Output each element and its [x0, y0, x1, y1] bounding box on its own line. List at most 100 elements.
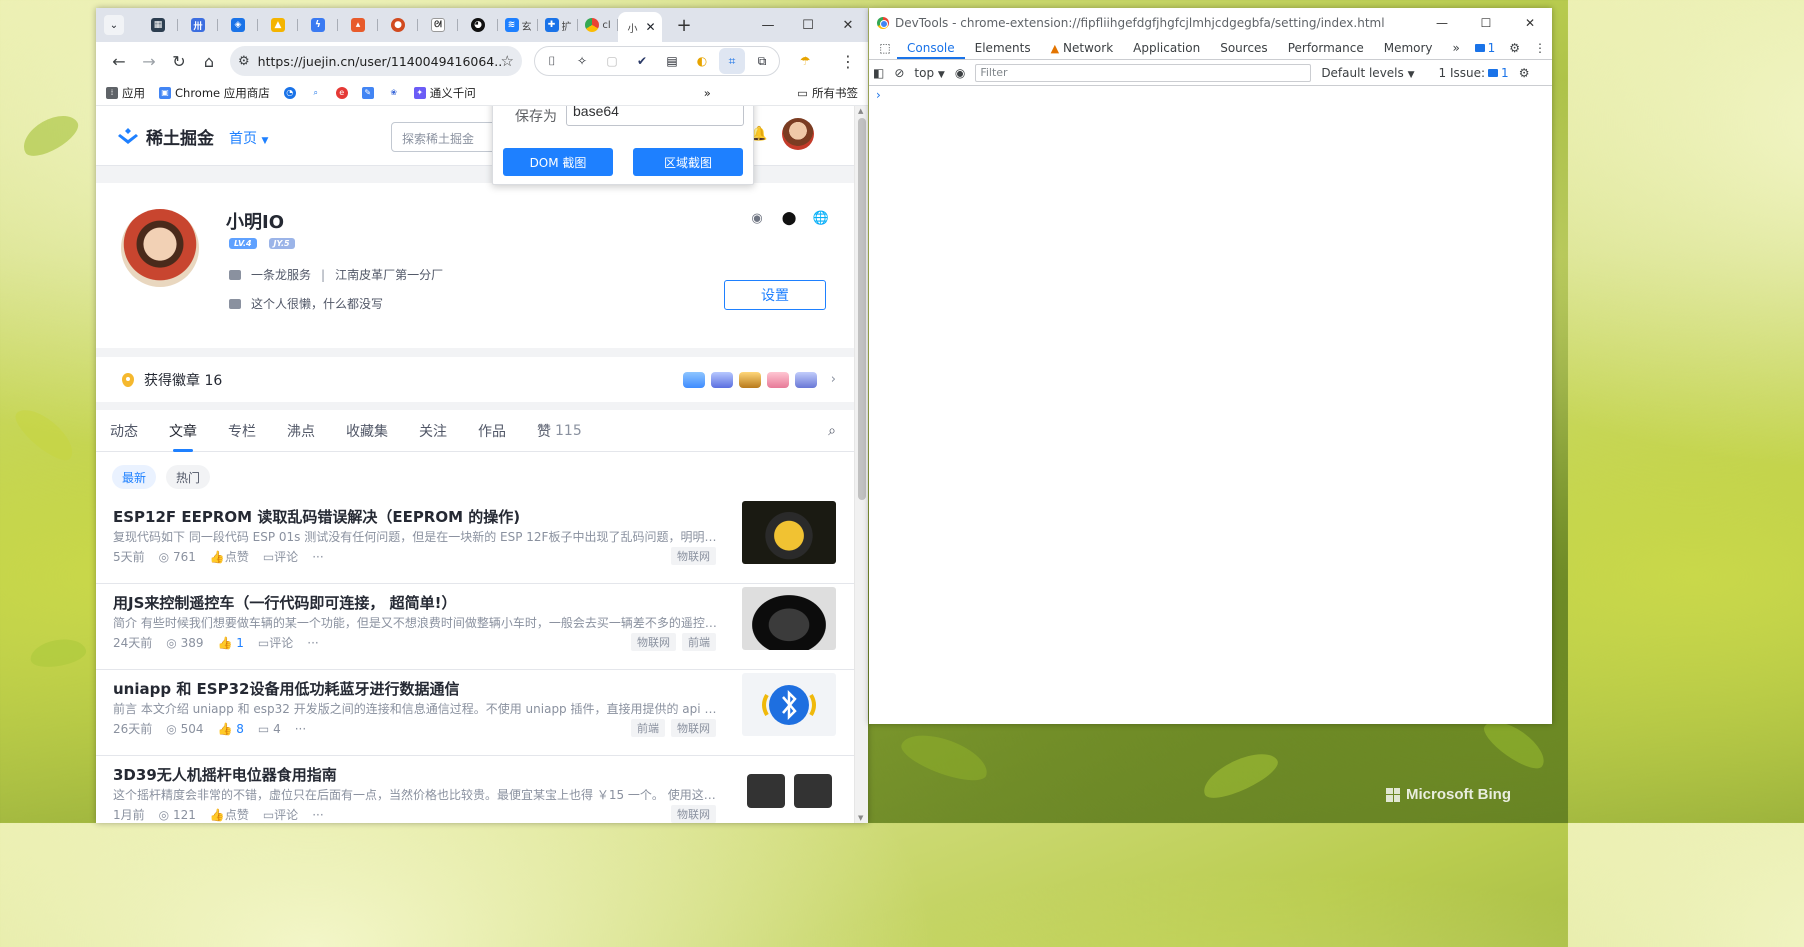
- tab-following[interactable]: 关注: [419, 410, 447, 452]
- scroll-up-icon[interactable]: ▲: [858, 107, 863, 115]
- inspect-element-icon[interactable]: ⬚: [873, 41, 897, 59]
- settings-icon[interactable]: ⚙: [1519, 66, 1530, 80]
- tab-performance[interactable]: Performance: [1278, 41, 1374, 59]
- tab-pins[interactable]: 沸点: [287, 410, 315, 452]
- scrollbar-thumb[interactable]: [858, 118, 866, 500]
- screen-ext-icon[interactable]: ▤: [659, 48, 685, 74]
- tab-columns[interactable]: 专栏: [228, 410, 256, 452]
- tab-application[interactable]: Application: [1123, 41, 1210, 59]
- maximize-icon[interactable]: ☐: [1464, 8, 1508, 38]
- browser-tab[interactable]: ●: [378, 12, 418, 38]
- bookmarks-overflow[interactable]: »: [704, 86, 711, 100]
- context-selector[interactable]: top ▼: [914, 66, 944, 80]
- bookmark-star-icon[interactable]: ☆: [501, 52, 514, 70]
- comment-button[interactable]: ▭评论: [258, 634, 293, 651]
- tab-works[interactable]: 作品: [478, 410, 506, 452]
- article-thumbnail[interactable]: [742, 759, 836, 822]
- list-item[interactable]: 用JS来控制遥控车（一行代码即可连接， 超简单!） 简介 有些时候我们想要做车辆…: [96, 584, 854, 670]
- filter-hot[interactable]: 热门: [166, 465, 211, 489]
- avatar[interactable]: [782, 118, 814, 150]
- like-button[interactable]: 👍 8: [218, 722, 244, 736]
- issues-button[interactable]: 1 Issue: 1: [1439, 66, 1509, 80]
- browser-tab[interactable]: 卅: [178, 12, 218, 38]
- page-scrollbar[interactable]: ▲ ▼: [854, 106, 868, 823]
- forward-button[interactable]: →: [134, 46, 164, 76]
- more-icon[interactable]: ···: [295, 722, 306, 736]
- article-title[interactable]: 3D39无人机摇杆电位器食用指南: [113, 764, 337, 785]
- tag[interactable]: 物联网: [671, 547, 716, 565]
- article-thumbnail[interactable]: [742, 587, 836, 650]
- bookmark-apps[interactable]: ⁞ 应用: [106, 85, 145, 101]
- article-title[interactable]: uniapp 和 ESP32设备用低功耗蓝牙进行数据通信: [113, 678, 459, 699]
- blank-ext-icon[interactable]: ▢: [599, 48, 625, 74]
- sidebar-toggle-icon[interactable]: ◧: [873, 66, 884, 80]
- nav-home-dropdown[interactable]: 首页 ▼: [229, 128, 268, 148]
- tag[interactable]: 物联网: [671, 805, 716, 823]
- tag[interactable]: 前端: [682, 633, 716, 651]
- browser-tab[interactable]: ▲: [258, 12, 298, 38]
- tab-elements[interactable]: Elements: [965, 41, 1041, 59]
- sparkle-ext-icon[interactable]: ✧: [569, 48, 595, 74]
- like-button[interactable]: 👍点赞: [210, 548, 249, 565]
- browser-tab[interactable]: ◕: [458, 12, 498, 38]
- scroll-down-icon[interactable]: ▼: [858, 814, 863, 822]
- messages-badge[interactable]: 1: [1474, 41, 1495, 55]
- list-item[interactable]: ESP12F EEPROM 读取乱码错误解决（EEPROM 的操作) 复现代码如…: [96, 498, 854, 584]
- more-icon[interactable]: ···: [312, 550, 323, 564]
- tab-search-button[interactable]: ⌄: [104, 15, 124, 35]
- profile-avatar-icon[interactable]: ☂: [792, 48, 818, 74]
- moon-ext-icon[interactable]: ◐: [689, 48, 715, 74]
- check-ext-icon[interactable]: ✔: [629, 48, 655, 74]
- bookmark-item[interactable]: ⌕: [309, 86, 322, 99]
- article-title[interactable]: ESP12F EEPROM 读取乱码错误解决（EEPROM 的操作): [113, 506, 520, 527]
- clear-console-icon[interactable]: ⊘: [894, 66, 904, 80]
- juejin-logo[interactable]: 稀土掘金: [116, 124, 214, 149]
- badges-card[interactable]: 获得徽章 16 ›: [96, 357, 854, 402]
- minimize-icon[interactable]: —: [748, 8, 788, 42]
- bookmark-item[interactable]: e: [335, 86, 348, 99]
- tab-network[interactable]: ▲ Network: [1041, 41, 1124, 59]
- browser-tab-active[interactable]: 小 ✕: [618, 12, 662, 42]
- like-button[interactable]: 👍点赞: [210, 806, 249, 823]
- tag[interactable]: 物联网: [671, 719, 716, 737]
- gear-icon[interactable]: ⚙: [1509, 41, 1520, 55]
- tab-console[interactable]: Console: [897, 41, 965, 59]
- globe-icon[interactable]: 🌐: [812, 209, 830, 227]
- more-icon[interactable]: ···: [307, 636, 318, 650]
- weibo-icon[interactable]: ◉: [748, 209, 766, 227]
- comment-button[interactable]: ▭评论: [263, 806, 298, 823]
- settings-button[interactable]: 设置: [724, 280, 826, 310]
- tab-articles[interactable]: 文章: [169, 410, 197, 452]
- bookmark-item[interactable]: ✎: [361, 86, 374, 99]
- article-title[interactable]: 用JS来控制遥控车（一行代码即可连接， 超简单!）: [113, 592, 456, 613]
- browser-tab[interactable]: ▴: [338, 12, 378, 38]
- comment-button[interactable]: ▭评论: [263, 548, 298, 565]
- browser-tab[interactable]: ϟ: [298, 12, 338, 38]
- comment-button[interactable]: ▭ 4: [258, 722, 281, 736]
- address-bar[interactable]: ⚙ https://juejin.cn/user/1140049416064..…: [230, 46, 522, 76]
- back-button[interactable]: ←: [104, 46, 134, 76]
- log-levels-dropdown[interactable]: Default levels ▼: [1321, 66, 1414, 80]
- home-button[interactable]: ⌂: [194, 46, 224, 76]
- search-icon[interactable]: ⌕: [828, 423, 836, 439]
- all-bookmarks[interactable]: ▭ 所有书签: [797, 85, 858, 101]
- save-as-input[interactable]: base64: [566, 106, 744, 126]
- url-text[interactable]: https://juejin.cn/user/1140049416064...: [258, 54, 501, 69]
- browser-tab[interactable]: ✚ 扩: [538, 12, 578, 38]
- tag[interactable]: 物联网: [631, 633, 676, 651]
- bookmark-webstore[interactable]: ▣ Chrome 应用商店: [159, 85, 270, 101]
- puzzle-ext-icon[interactable]: ⧉: [749, 48, 775, 74]
- level-badge[interactable]: LV.4: [229, 238, 257, 249]
- new-tab-button[interactable]: +: [672, 15, 696, 36]
- bookmark-item[interactable]: ❀: [387, 86, 400, 99]
- maximize-icon[interactable]: ☐: [788, 8, 828, 42]
- browser-tab[interactable]: ▦: [138, 12, 178, 38]
- tab-collections[interactable]: 收藏集: [346, 410, 388, 452]
- region-screenshot-button[interactable]: 区域截图: [633, 148, 743, 176]
- more-tabs-icon[interactable]: »: [1443, 41, 1470, 59]
- close-tab-icon[interactable]: ✕: [645, 20, 655, 34]
- tab-sources[interactable]: Sources: [1210, 41, 1277, 59]
- close-icon[interactable]: ✕: [828, 8, 868, 42]
- article-thumbnail[interactable]: [742, 673, 836, 736]
- dom-screenshot-button[interactable]: DOM 截图: [503, 148, 613, 176]
